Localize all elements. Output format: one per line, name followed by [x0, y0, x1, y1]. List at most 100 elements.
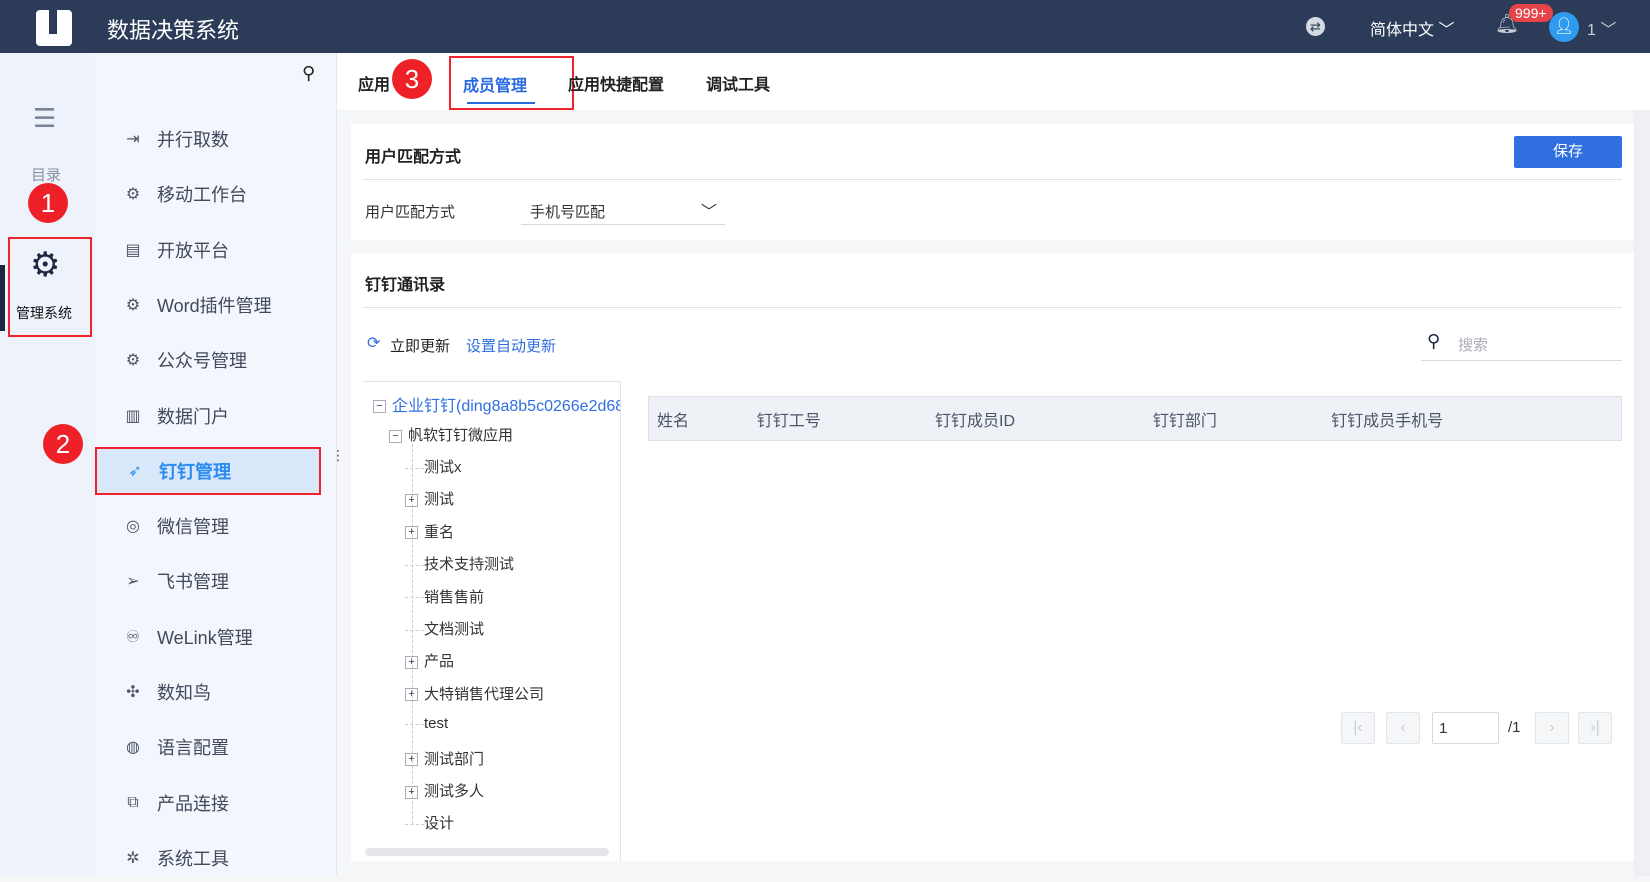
- expand-icon[interactable]: +: [405, 785, 418, 799]
- pin-icon[interactable]: ⚲: [302, 63, 315, 84]
- gear-icon: ⚙: [30, 246, 61, 284]
- manage-label: 管理系统: [16, 305, 72, 321]
- tree-node-label: 测试多人: [424, 783, 485, 800]
- expand-icon[interactable]: +: [405, 493, 418, 507]
- list-icon[interactable]: ☰: [33, 103, 56, 134]
- switch-icon[interactable]: ⇄: [1306, 17, 1325, 36]
- sidebar-item[interactable]: ⚙ 公众号管理: [95, 336, 321, 384]
- tree-node[interactable]: + 大特销售代理公司: [405, 683, 544, 704]
- tree-node[interactable]: + 产品: [405, 650, 454, 671]
- tree-app[interactable]: − 帆软钉钉微应用: [389, 424, 513, 445]
- divider: [363, 179, 1622, 180]
- search-placeholder: 搜索: [1458, 337, 1489, 354]
- icon-rail: ☰ 目录 1 ⚙ 管理系统: [0, 53, 95, 876]
- annotation-1: 1: [28, 183, 68, 223]
- sidebar-item[interactable]: ▤ 开放平台: [95, 226, 321, 274]
- first-page-button[interactable]: |‹: [1341, 712, 1375, 744]
- tree-root[interactable]: − 企业钉钉(ding8a8b5c0266e2d68c: [373, 392, 620, 416]
- tree-node[interactable]: 测试x: [405, 456, 462, 477]
- sidebar-item[interactable]: ▥ 数据门户: [95, 392, 321, 440]
- language-select[interactable]: 简体中文 ﹀: [1370, 16, 1454, 40]
- annotation-2: 2: [43, 424, 83, 464]
- tree-node[interactable]: + 重名: [405, 521, 454, 542]
- tree-node-label: 大特销售代理公司: [424, 685, 545, 703]
- column-header[interactable]: 钉钉部门: [1145, 397, 1323, 441]
- column-header[interactable]: 钉钉成员ID: [927, 397, 1145, 441]
- contacts-card: 钉钉通讯录 ⟳ 立即更新 设置自动更新 ⚲ 搜索 − 企业钉钉(ding8a8b5…: [351, 253, 1634, 861]
- section-title: 用户匹配方式: [365, 149, 462, 166]
- sidebar-item[interactable]: ➶ 钉钉管理: [95, 446, 321, 495]
- tree-node[interactable]: + 测试多人: [405, 780, 484, 801]
- sidebar-item[interactable]: ✲ 系统工具: [95, 834, 321, 882]
- tree-node[interactable]: test: [405, 715, 448, 732]
- expand-icon[interactable]: +: [405, 526, 418, 540]
- sidebar-item[interactable]: ◍ 语言配置: [95, 723, 321, 771]
- field-label: 用户匹配方式: [365, 204, 456, 221]
- collapse-icon[interactable]: −: [389, 429, 402, 443]
- tree-connector: [405, 597, 424, 599]
- catalog-label[interactable]: 目录: [31, 164, 61, 185]
- tab-debug-tools[interactable]: 调试工具: [706, 71, 770, 95]
- paper-plane-icon: ➢: [126, 573, 140, 591]
- tree-connector: [405, 564, 424, 566]
- auto-update-link[interactable]: 设置自动更新: [466, 335, 556, 356]
- save-button[interactable]: 保存: [1514, 136, 1622, 168]
- sidebar-item[interactable]: ✣ 数知鸟: [95, 668, 321, 716]
- tree-node[interactable]: 技术支持测试: [405, 553, 514, 574]
- tree-node[interactable]: 文档测试: [405, 618, 484, 639]
- manage-system-button[interactable]: ⚙ 管理系统: [8, 237, 92, 337]
- column-header[interactable]: 姓名: [649, 397, 749, 441]
- sidebar: ⚲ ⇥ 并行取数 ⚙ 移动工作台 ▤ 开放平台 ⚙ Word插件管理 ⚙ 公众号管理 ▥ 数据门户 ➶ 钉…: [43, 53, 345, 876]
- annotation-3: 3: [392, 59, 432, 99]
- tree-node[interactable]: 销售售前: [405, 586, 484, 607]
- tree-node[interactable]: + 测试部门: [405, 748, 484, 769]
- chevron-down-icon: ﹀: [1600, 22, 1617, 39]
- expand-icon[interactable]: +: [405, 753, 418, 767]
- sidebar-item[interactable]: ⇥ 并行取数: [95, 115, 321, 163]
- user-menu[interactable]: 1 ﹀: [1587, 16, 1616, 40]
- column-header[interactable]: 钉钉工号: [749, 397, 927, 441]
- sidebar-item-label: 数据门户: [157, 406, 229, 427]
- match-method-select[interactable]: 手机号匹配 ﹀: [521, 191, 725, 225]
- refresh-icon[interactable]: ⟳: [367, 333, 380, 353]
- tab-member-management[interactable]: 成员管理: [449, 56, 574, 110]
- sidebar-item[interactable]: ➢ 飞书管理: [95, 557, 321, 605]
- avatar[interactable]: 👤︎: [1549, 12, 1579, 42]
- sidebar-item[interactable]: ⧉ 产品连接: [95, 779, 321, 827]
- tree-node[interactable]: 设计: [405, 812, 454, 833]
- resize-handle[interactable]: ⋮: [331, 448, 345, 462]
- prev-page-button[interactable]: ‹: [1386, 712, 1420, 744]
- tree-connector: [405, 723, 424, 725]
- org-tree: − 企业钉钉(ding8a8b5c0266e2d68c − 帆软钉钉微应用 测试x +…: [363, 381, 621, 861]
- horizontal-scrollbar[interactable]: [365, 848, 609, 856]
- collapse-icon[interactable]: −: [373, 400, 386, 414]
- gear-icon: ⚙: [125, 352, 141, 370]
- sidebar-item-label: 开放平台: [157, 240, 229, 261]
- link-icon: ⧉: [127, 793, 139, 811]
- sidebar-item-label: 数知鸟: [157, 683, 211, 703]
- scrollbar[interactable]: [1634, 110, 1650, 876]
- language-label: 简体中文: [1370, 22, 1435, 39]
- tab-app[interactable]: 应用: [358, 71, 390, 95]
- next-page-button[interactable]: ›: [1535, 712, 1569, 744]
- sidebar-item[interactable]: ♾ WeLink管理: [95, 613, 321, 661]
- sidebar-item[interactable]: ◎ 微信管理: [95, 502, 321, 550]
- user-match-card: 用户匹配方式 保存 用户匹配方式 手机号匹配 ﹀: [351, 124, 1634, 240]
- tab-shortcut-config[interactable]: 应用快捷配置: [568, 71, 664, 95]
- expand-icon[interactable]: +: [405, 655, 418, 669]
- refresh-button[interactable]: 立即更新: [390, 335, 450, 356]
- sidebar-item[interactable]: ⚙ Word插件管理: [95, 281, 321, 329]
- page-input[interactable]: 1: [1432, 712, 1499, 744]
- welink-icon: ♾: [125, 628, 141, 646]
- sidebar-item[interactable]: ⚙ 移动工作台: [95, 170, 321, 218]
- puzzle-icon: ✣: [126, 684, 140, 701]
- expand-icon[interactable]: +: [405, 688, 418, 702]
- last-page-button[interactable]: ›|: [1578, 712, 1612, 744]
- list-icon: ▤: [125, 241, 141, 259]
- search-icon: ⚲: [1427, 331, 1441, 351]
- tree-node[interactable]: + 测试: [405, 488, 454, 509]
- column-header[interactable]: 钉钉成员手机号: [1323, 397, 1621, 441]
- sidebar-item-label: 钉钉管理: [159, 461, 231, 482]
- user-name: 1: [1587, 22, 1596, 39]
- search-input[interactable]: ⚲ 搜索: [1421, 323, 1622, 361]
